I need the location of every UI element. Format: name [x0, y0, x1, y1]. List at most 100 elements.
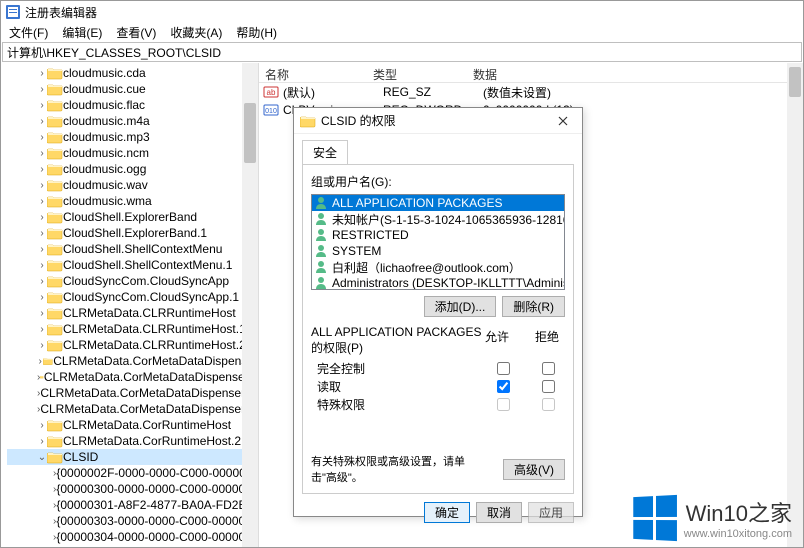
expand-icon[interactable]: › [37, 292, 47, 303]
tree-label: cloudmusic.ncm [63, 146, 149, 160]
tree-item[interactable]: ›CloudShell.ShellContextMenu.1 [7, 257, 258, 273]
tree-item[interactable]: ›cloudmusic.mp3 [7, 129, 258, 145]
tree-item[interactable]: ›cloudmusic.ogg [7, 161, 258, 177]
tree-item[interactable]: ›CLRMetaData.CLRRuntimeHost [7, 305, 258, 321]
deny-checkbox[interactable] [542, 398, 555, 411]
group-label: 组或用户名(G): [311, 173, 565, 190]
expand-icon[interactable]: › [37, 68, 47, 79]
folder-icon [47, 178, 63, 192]
user-row[interactable]: 白利超（lichaofree@outlook.com） [312, 259, 564, 275]
expand-icon[interactable]: › [37, 244, 47, 255]
value-type: REG_SZ [383, 85, 483, 99]
add-button[interactable]: 添加(D)... [424, 296, 497, 317]
tree-item[interactable]: ›CLRMetaData.CLRRuntimeHost.1 [7, 321, 258, 337]
expand-icon[interactable]: › [37, 164, 47, 175]
permission-row: 完全控制 [311, 359, 565, 377]
deny-checkbox[interactable] [542, 362, 555, 375]
tree-item[interactable]: ›CLRMetaData.CorMetaDataDispenser.2 [7, 369, 258, 385]
tree-scrollbar[interactable] [242, 63, 258, 547]
remove-button[interactable]: 删除(R) [502, 296, 565, 317]
tree-item[interactable]: ›cloudmusic.cue [7, 81, 258, 97]
deny-checkbox[interactable] [542, 380, 555, 393]
tree-item[interactable]: ›{00000300-0000-0000-C000-000000000046} [7, 481, 258, 497]
tree-item[interactable]: ›CloudSyncCom.CloudSyncApp [7, 273, 258, 289]
allow-checkbox[interactable] [497, 380, 510, 393]
expand-icon[interactable]: › [37, 180, 47, 191]
col-data[interactable]: 数据 [467, 63, 503, 82]
tree-item[interactable]: ›CloudShell.ExplorerBand [7, 209, 258, 225]
address-bar[interactable]: 计算机\HKEY_CLASSES_ROOT\CLSID [2, 42, 802, 62]
tree-item[interactable]: ›cloudmusic.wma [7, 193, 258, 209]
tree-item[interactable]: ›CloudSyncCom.CloudSyncApp.1 [7, 289, 258, 305]
tab-security[interactable]: 安全 [302, 140, 348, 164]
expand-icon[interactable]: › [37, 436, 47, 447]
tree-label: {00000300-0000-0000-C000-000000000046} [56, 482, 259, 496]
expand-icon[interactable]: › [37, 196, 47, 207]
tree-item[interactable]: ›{00000303-0000-0000-C000-000000000046} [7, 513, 258, 529]
expand-icon[interactable]: › [37, 324, 47, 335]
tree-item[interactable]: ›{00000304-0000-0000-C000-000000000046} [7, 529, 258, 545]
expand-icon[interactable]: › [37, 276, 47, 287]
menu-edit[interactable]: 编辑(E) [62, 24, 102, 41]
tree-label: CloudShell.ExplorerBand.1 [63, 226, 207, 240]
tree-item[interactable]: ›{0000002F-0000-0000-C000-000000000046} [7, 465, 258, 481]
advanced-button[interactable]: 高级(V) [503, 459, 565, 480]
expand-icon[interactable]: › [37, 308, 47, 319]
user-row[interactable]: ALL APPLICATION PACKAGES [312, 195, 564, 211]
user-row[interactable]: 未知帐户(S-1-15-3-1024-1065365936-1281604716… [312, 211, 564, 227]
tree-item[interactable]: ›cloudmusic.flac [7, 97, 258, 113]
tree-item[interactable]: ›cloudmusic.cda [7, 65, 258, 81]
col-type[interactable]: 类型 [367, 63, 467, 82]
expand-icon[interactable]: › [37, 260, 47, 271]
tree-item[interactable]: ›CLRMetaData.CorMetaDataDispenserRuntime [7, 401, 258, 417]
close-button[interactable] [546, 109, 580, 133]
dialog-titlebar[interactable]: CLSID 的权限 [294, 108, 582, 134]
cancel-button[interactable]: 取消 [476, 502, 522, 523]
folder-icon [47, 450, 63, 464]
user-row[interactable]: Administrators (DESKTOP-IKLLTTT\Administ… [312, 275, 564, 290]
menu-view[interactable]: 查看(V) [116, 24, 156, 41]
tree-item[interactable]: › CloudShell.ExplorerBand.1 [7, 225, 258, 241]
tree-item[interactable]: ›cloudmusic.m4a [7, 113, 258, 129]
tree-item[interactable]: ›cloudmusic.wav [7, 177, 258, 193]
allow-checkbox[interactable] [497, 398, 510, 411]
expand-icon[interactable]: › [37, 84, 47, 95]
tree-item[interactable]: ›CLRMetaData.CorMetaDataDispenser [7, 353, 258, 369]
tree-item[interactable]: ›CLRMetaData.CLRRuntimeHost.2 [7, 337, 258, 353]
folder-icon [47, 82, 63, 96]
col-allow: 允许 [485, 328, 509, 345]
value-data: (数值未设置) [483, 84, 803, 101]
tree-item[interactable]: ›CLRMetaData.CorRuntimeHost [7, 417, 258, 433]
tree-item[interactable]: ›{00000301-A8F2-4877-BA0A-FD2B6645FB94} [7, 497, 258, 513]
apply-button[interactable]: 应用 [528, 502, 574, 523]
tree-item[interactable]: ›CLRMetaData.CorMetaDataDispenserRuntime [7, 385, 258, 401]
ok-button[interactable]: 确定 [424, 502, 470, 523]
tree-pane[interactable]: ›cloudmusic.cda›cloudmusic.cue›cloudmusi… [1, 63, 259, 547]
list-header[interactable]: 名称 类型 数据 [259, 63, 803, 83]
tree-item[interactable]: ⌄CLSID [7, 449, 258, 465]
expand-icon[interactable]: › [37, 116, 47, 127]
allow-checkbox[interactable] [497, 362, 510, 375]
value-row[interactable]: (默认)REG_SZ(数值未设置) [259, 83, 803, 101]
user-list[interactable]: ALL APPLICATION PACKAGES未知帐户(S-1-15-3-10… [311, 194, 565, 290]
expand-icon[interactable]: › [37, 212, 47, 223]
tree-item[interactable]: ›CloudShell.ShellContextMenu [7, 241, 258, 257]
menu-help[interactable]: 帮助(H) [236, 24, 277, 41]
tree-item[interactable]: › cloudmusic.ncm [7, 145, 258, 161]
list-scrollbar[interactable] [787, 63, 803, 547]
expand-icon[interactable]: › [37, 148, 47, 159]
user-label: SYSTEM [332, 244, 381, 258]
tree-item[interactable]: ›CLRMetaData.CorRuntimeHost.2 [7, 433, 258, 449]
menu-file[interactable]: 文件(F) [9, 24, 48, 41]
expand-icon[interactable]: › [37, 340, 47, 351]
tree-item[interactable]: ›{00000305-0000-0000-C000-000000000046} [7, 545, 258, 547]
user-row[interactable]: SYSTEM [312, 243, 564, 259]
expand-icon[interactable]: › [37, 420, 47, 431]
user-row[interactable]: RESTRICTED [312, 227, 564, 243]
expand-icon[interactable]: ⌄ [37, 452, 47, 463]
menu-favorites[interactable]: 收藏夹(A) [170, 24, 222, 41]
expand-icon[interactable]: › [37, 228, 47, 239]
col-name[interactable]: 名称 [259, 63, 367, 82]
expand-icon[interactable]: › [37, 100, 47, 111]
expand-icon[interactable]: › [37, 132, 47, 143]
